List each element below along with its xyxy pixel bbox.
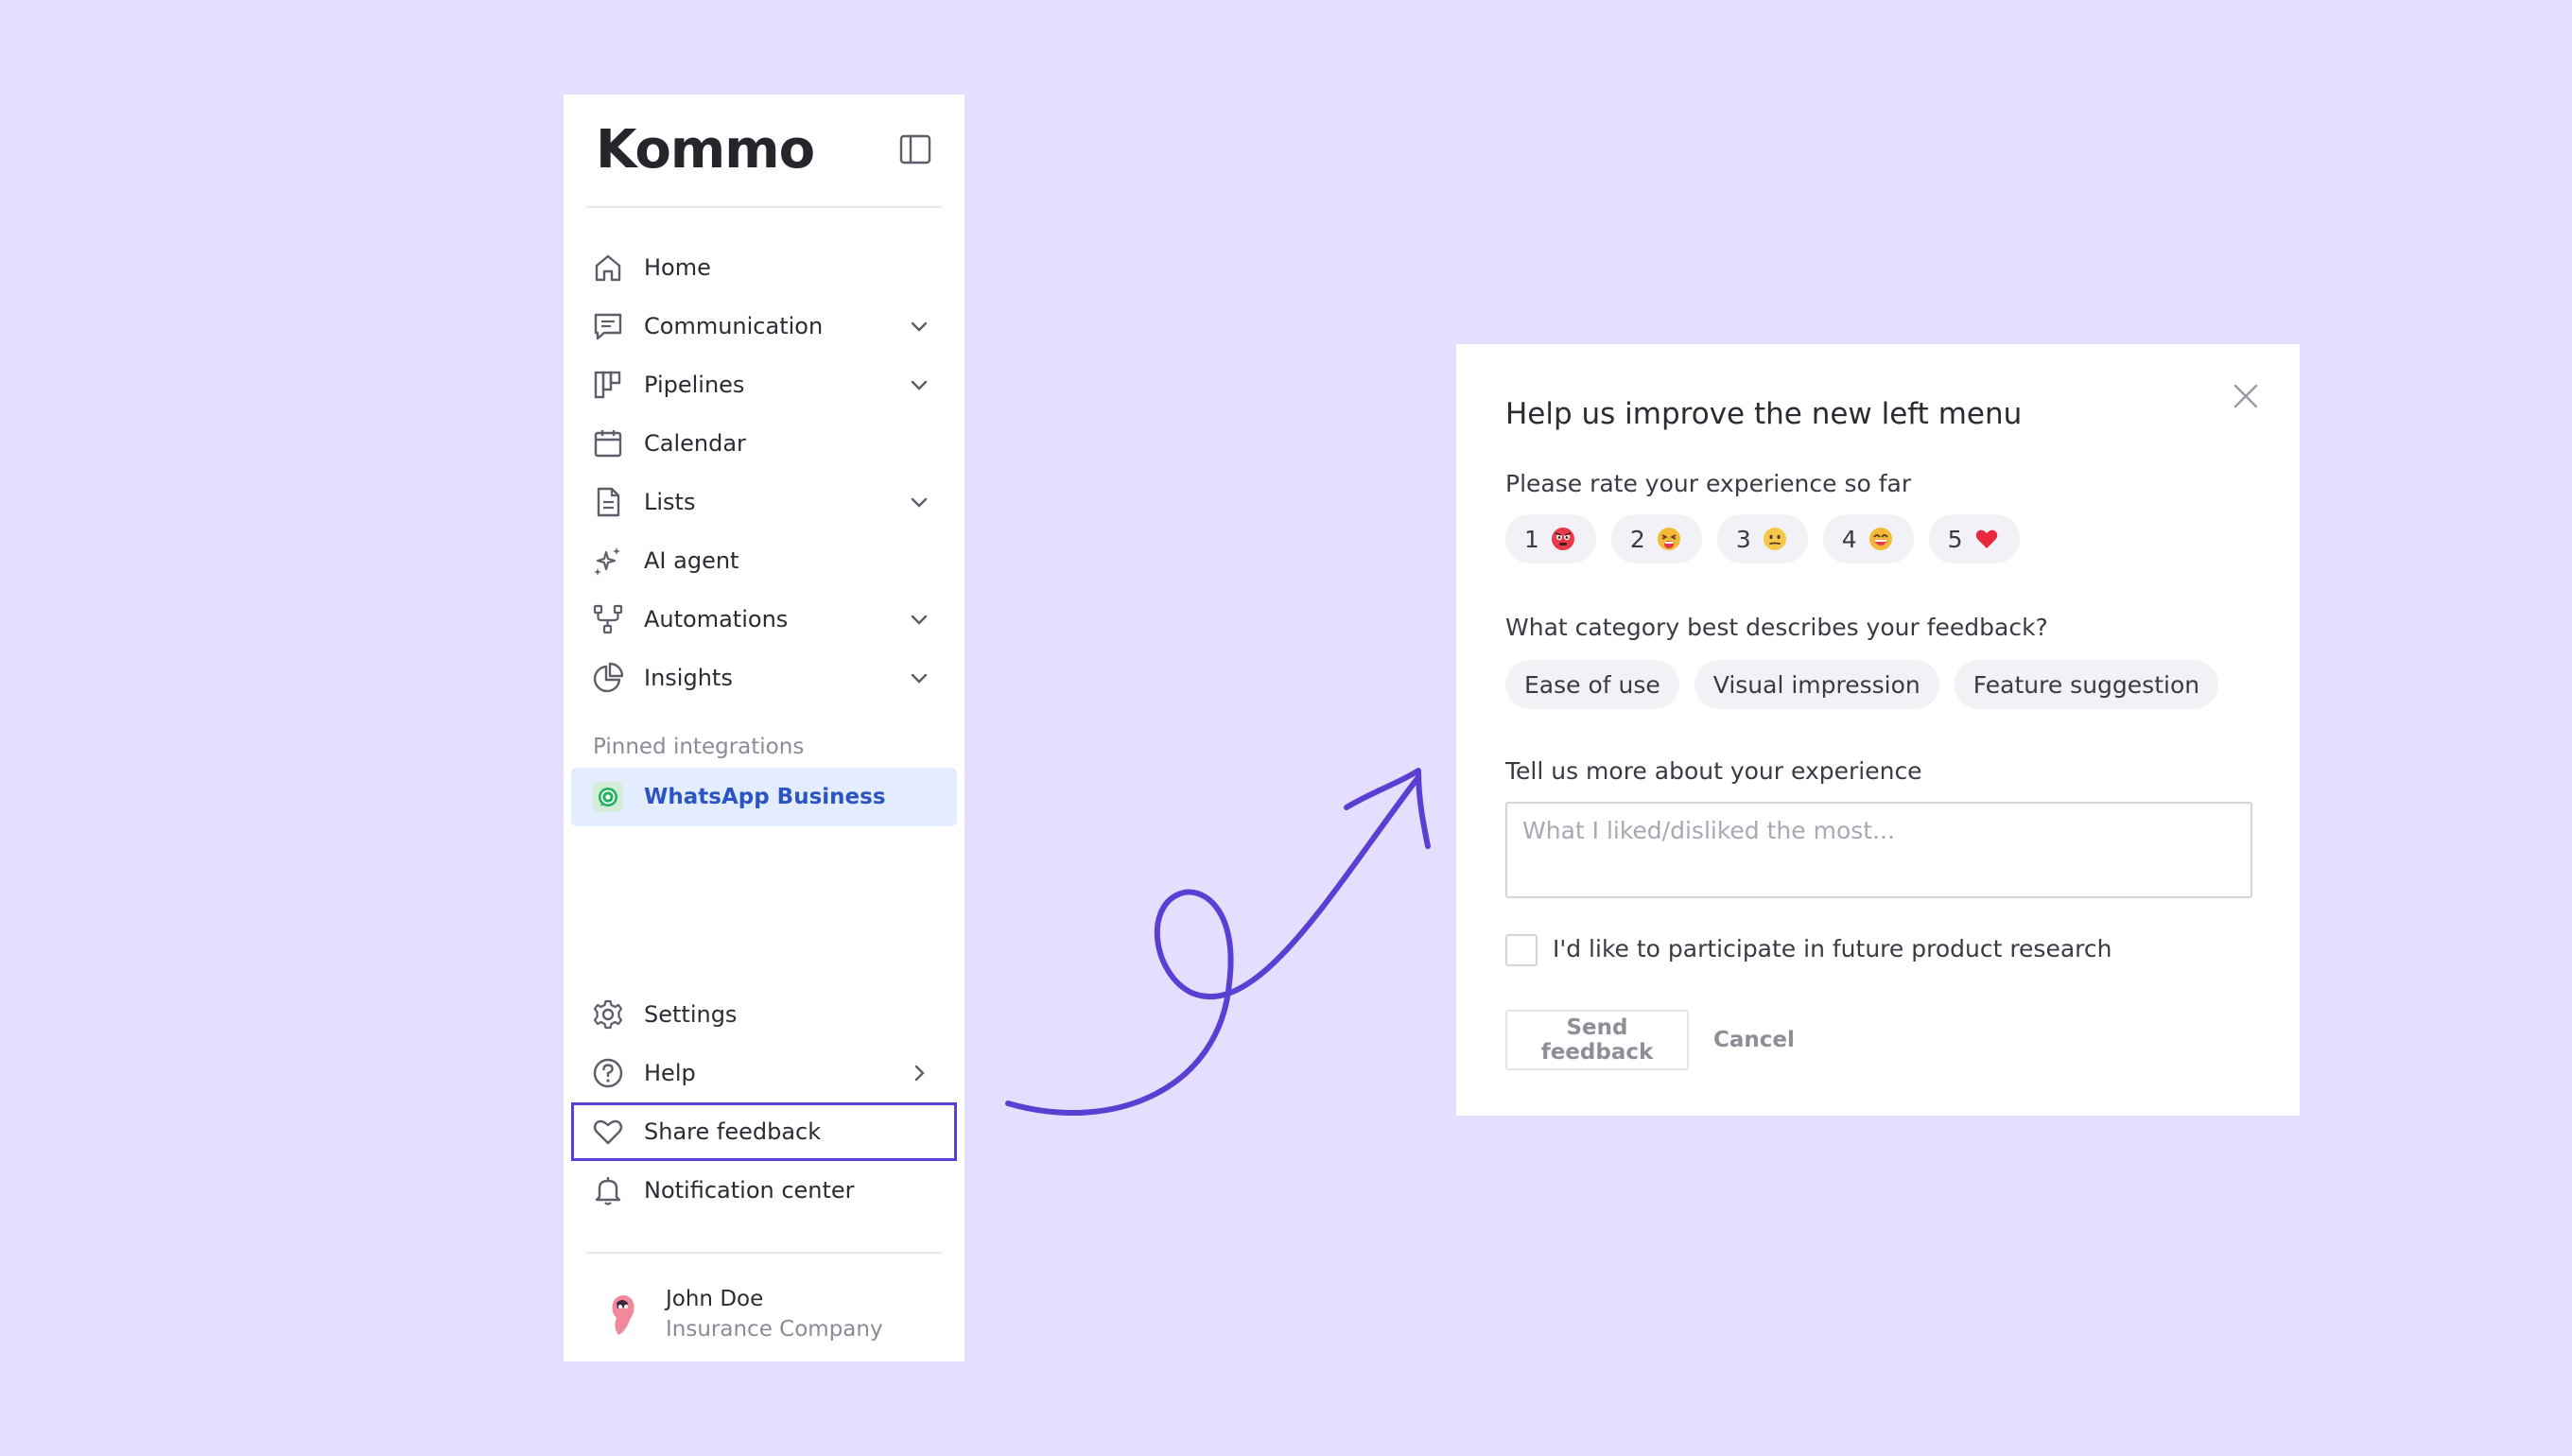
sidebar-item-label: Calendar [644,430,746,457]
sparkle-icon [592,545,624,577]
avatar [612,1295,634,1335]
pinned-integrations-heading: Pinned integrations [593,735,805,759]
close-icon [2233,384,2258,408]
kommo-logo[interactable]: Kommo [596,117,815,183]
sidebar-item-label: WhatsApp Business [644,785,886,809]
sidebar-collapse-icon [899,134,931,165]
sidebar-item-label: Settings [644,1001,738,1028]
sidebar-item-share-feedback[interactable]: Share feedback [571,1102,957,1161]
sidebar-item-label: Help [644,1060,696,1086]
feedback-details-input[interactable] [1505,802,2252,898]
automation-icon [592,603,624,635]
heart-icon [592,1116,624,1148]
user-profile[interactable]: John Doe Insurance Company [564,1276,964,1352]
rating-option-1[interactable]: 1 [1505,514,1596,563]
sidebar-item-notification-center[interactable]: Notification center [571,1161,957,1220]
chevron-down-icon [910,317,929,336]
pie-chart-icon [592,662,624,694]
chevron-down-icon [910,493,929,511]
pipeline-icon [592,369,624,401]
sidebar-item-label: Notification center [644,1177,855,1204]
chat-icon [592,310,624,342]
sidebar-item-automations[interactable]: Automations [571,590,957,649]
chevron-down-icon [910,610,929,629]
angry-face-icon [1551,528,1574,550]
sidebar-item-label: AI agent [644,547,739,574]
rating-value: 5 [1947,525,1963,553]
document-icon [592,486,624,518]
sidebar-item-pipelines[interactable]: Pipelines [571,355,957,414]
sidebar-item-lists[interactable]: Lists [571,473,957,531]
rating-options: 1 2 3 4 5 [1505,514,2020,563]
neutral-face-icon [1763,528,1786,550]
sidebar-item-calendar[interactable]: Calendar [571,414,957,473]
category-visual-impression[interactable]: Visual impression [1694,660,1939,709]
calendar-icon [592,427,624,459]
red-heart-icon [1975,529,1997,548]
category-feature-suggestion[interactable]: Feature suggestion [1954,660,2219,709]
help-icon [592,1057,624,1089]
feedback-dialog: Help us improve the new left menu Please… [1456,344,2300,1116]
tired-face-icon [1657,528,1680,550]
rating-value: 2 [1629,525,1645,553]
sidebar-item-label: Insights [644,665,733,691]
user-name: John Doe [666,1287,764,1311]
gear-icon [592,998,624,1031]
rating-option-4[interactable]: 4 [1822,514,1914,563]
sidebar-divider-bottom [586,1252,942,1254]
rating-value: 4 [1841,525,1857,553]
rating-option-5[interactable]: 5 [1928,514,2020,563]
category-ease-of-use[interactable]: Ease of use [1505,660,1679,709]
category-options: Ease of use Visual impression Feature su… [1505,660,2219,709]
sidebar-item-label: Share feedback [644,1118,822,1145]
sidebar-item-label: Communication [644,313,824,339]
rating-value: 1 [1524,525,1539,553]
sidebar-item-label: Home [644,254,711,281]
home-icon [592,251,624,284]
whatsapp-icon [592,781,624,813]
chevron-down-icon [910,668,929,687]
sidebar-item-label: Lists [644,489,696,515]
rating-value: 3 [1735,525,1751,553]
sidebar-header: Kommo [564,95,964,208]
rating-question: Please rate your experience so far [1505,470,1912,497]
sidebar-divider-top [586,206,942,208]
sidebar-item-help[interactable]: Help [571,1044,957,1102]
dialog-title: Help us improve the new left menu [1505,397,2023,431]
sidebar-item-label: Automations [644,606,789,633]
chevron-right-icon [910,1064,929,1083]
rating-option-2[interactable]: 2 [1610,514,1702,563]
sidebar-item-home[interactable]: Home [571,238,957,297]
chevron-down-icon [910,375,929,394]
sidebar-item-insights[interactable]: Insights [571,649,957,707]
sidebar-item-settings[interactable]: Settings [571,985,957,1044]
sidebar-item-ai-agent[interactable]: AI agent [571,531,957,590]
close-button[interactable] [2230,380,2262,412]
research-checkbox[interactable] [1505,934,1538,966]
user-company: Insurance Company [666,1317,883,1342]
details-question: Tell us more about your experience [1505,757,1922,785]
rating-option-3[interactable]: 3 [1716,514,1808,563]
sidebar-item-whatsapp-business[interactable]: WhatsApp Business [571,768,957,826]
research-checkbox-label: I'd like to participate in future produc… [1553,935,2112,962]
sidebar-collapse-button[interactable] [898,132,932,166]
sidebar-item-label: Pipelines [644,372,745,398]
bell-icon [592,1174,624,1206]
cancel-button[interactable]: Cancel [1713,1010,1795,1070]
left-sidebar: Kommo Home Communication Pipelines Calen… [564,95,964,1361]
sidebar-item-communication[interactable]: Communication [571,297,957,355]
category-question: What category best describes your feedba… [1505,614,2048,641]
send-feedback-button[interactable]: Send feedback [1505,1010,1689,1070]
grinning-face-icon [1868,528,1892,550]
